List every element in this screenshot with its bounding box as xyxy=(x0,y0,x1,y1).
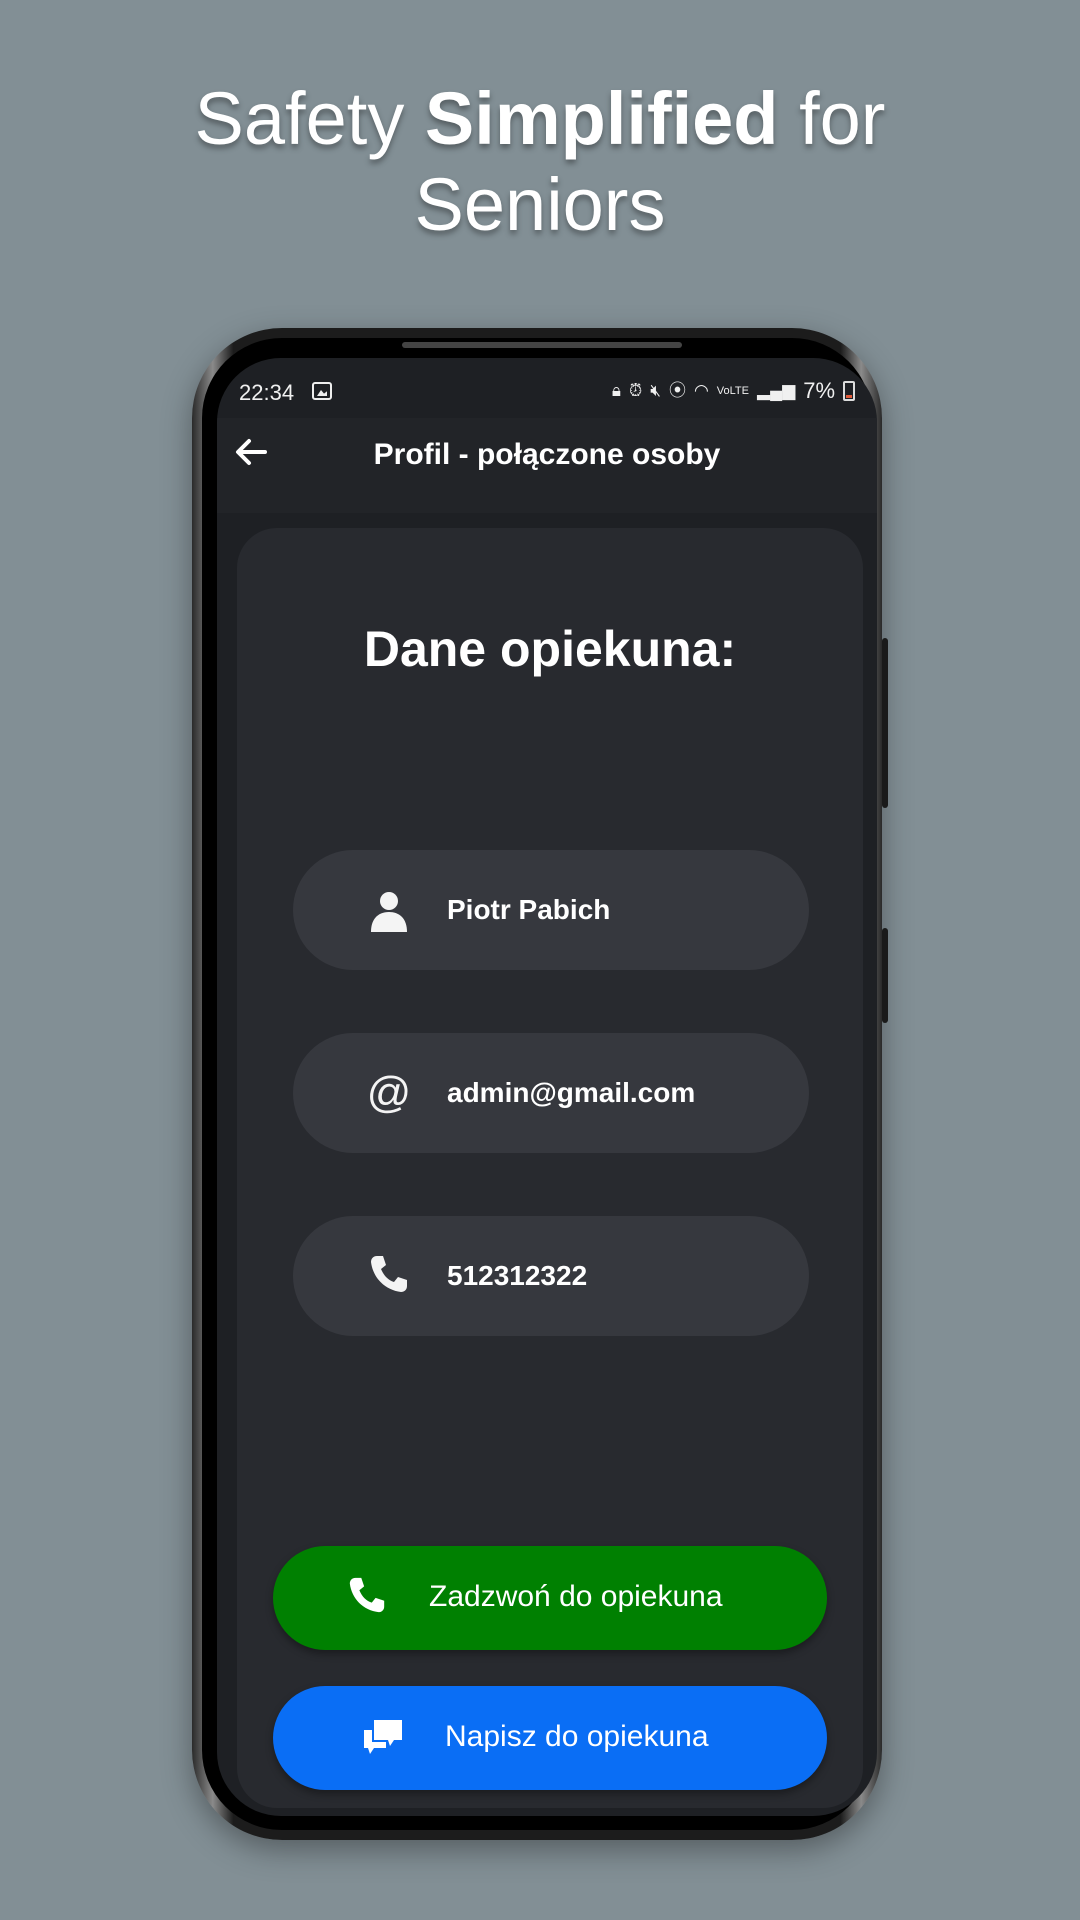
promo-headline-line1: Safety Simplified for xyxy=(0,76,1080,162)
app-screen: 22:34 🔒︎ ⏰︎ 🔇︎ ⦿ ◠ VoLTE ▂▄▆ 7% Profil -… xyxy=(217,358,877,1816)
battery-percent: 7% xyxy=(803,378,835,403)
person-icon xyxy=(365,886,413,934)
promo-headline: Safety Simplified for Seniors xyxy=(0,76,1080,248)
caregiver-name-field: Piotr Pabich xyxy=(293,850,809,970)
location-icon: ⦿ xyxy=(668,381,686,400)
alarm-icon: ⏰︎ xyxy=(628,381,643,400)
chat-bubbles-icon xyxy=(359,1714,407,1762)
caregiver-email: admin@gmail.com xyxy=(447,1077,696,1108)
call-caregiver-button[interactable]: Zadzwoń do opiekuna xyxy=(273,1546,827,1650)
caregiver-email-field: @ admin@gmail.com xyxy=(293,1033,809,1153)
image-icon xyxy=(312,382,332,400)
promo-headline-post: for xyxy=(778,77,886,160)
promo-headline-line2: Seniors xyxy=(414,163,666,246)
power-button xyxy=(882,928,888,1023)
lock-icon: 🔒︎ xyxy=(611,381,621,400)
volte-icon: VoLTE xyxy=(716,385,749,397)
caregiver-card: Dane opiekuna: Piotr Pabich @ admin@gmai… xyxy=(237,528,863,1808)
status-time: 22:34 xyxy=(239,380,295,405)
message-caregiver-label: Napisz do opiekuna xyxy=(445,1720,709,1753)
volume-button xyxy=(882,638,888,808)
signal-icon: ▂▄▆ xyxy=(757,381,796,400)
phone-icon xyxy=(365,1252,413,1300)
phone-bezel: 22:34 🔒︎ ⏰︎ 🔇︎ ⦿ ◠ VoLTE ▂▄▆ 7% Profil -… xyxy=(202,338,877,1830)
caregiver-phone-field: 512312322 xyxy=(293,1216,809,1336)
promo-headline-pre: Safety xyxy=(194,77,425,160)
battery-icon xyxy=(843,381,855,401)
app-bar: Profil - połączone osoby xyxy=(217,418,877,513)
page-title: Profil - połączone osoby xyxy=(373,438,721,471)
mute-icon: 🔇︎ xyxy=(650,381,661,400)
status-icons: 🔒︎ ⏰︎ 🔇︎ ⦿ ◠ VoLTE ▂▄▆ 7% xyxy=(612,378,855,404)
caregiver-name: Piotr Pabich xyxy=(447,894,611,925)
phone-speaker xyxy=(402,342,682,348)
wifi-icon: ◠ xyxy=(693,381,709,400)
phone-icon xyxy=(343,1574,391,1622)
caregiver-phone: 512312322 xyxy=(447,1260,588,1291)
call-caregiver-label: Zadzwoń do opiekuna xyxy=(429,1580,723,1613)
at-sign-icon: @ xyxy=(366,1068,412,1117)
phone-frame: 22:34 🔒︎ ⏰︎ 🔇︎ ⦿ ◠ VoLTE ▂▄▆ 7% Profil -… xyxy=(192,328,888,1840)
message-caregiver-button[interactable]: Napisz do opiekuna xyxy=(273,1686,827,1790)
status-bar: 22:34 🔒︎ ⏰︎ 🔇︎ ⦿ ◠ VoLTE ▂▄▆ 7% xyxy=(217,358,877,418)
promo-headline-bold: Simplified xyxy=(424,77,779,160)
caregiver-title: Dane opiekuna: xyxy=(363,621,737,677)
